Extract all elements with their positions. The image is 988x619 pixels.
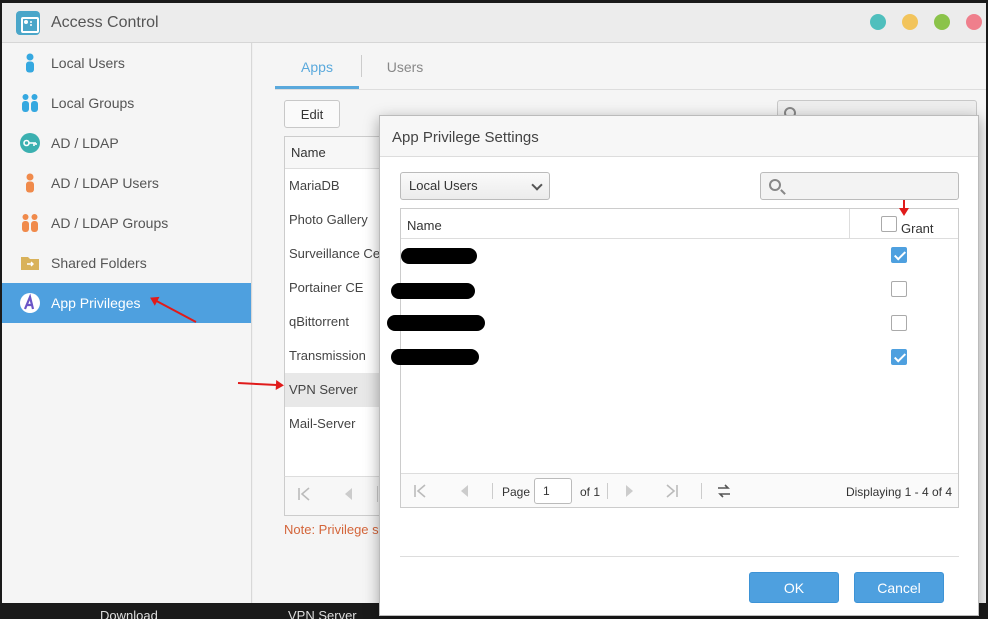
grid-pager: Page of 1 Displaying 1 - 4 of 4	[401, 473, 958, 507]
title-bar: Access Control	[2, 3, 986, 43]
refresh-icon[interactable]	[717, 484, 731, 498]
dialog-search-input[interactable]	[760, 172, 959, 200]
sidebar-item-ad-ldap[interactable]: AD / LDAP	[2, 123, 251, 163]
ok-button[interactable]: OK	[749, 572, 839, 603]
sidebar-item-local-users[interactable]: Local Users	[2, 43, 251, 83]
user-icon	[26, 173, 34, 193]
grant-checkbox[interactable]	[891, 315, 907, 331]
tab-apps[interactable]: Apps	[275, 51, 359, 89]
tab-divider	[361, 55, 362, 77]
background-text: VPN Server	[288, 608, 357, 619]
redacted-name	[387, 315, 485, 331]
maximize-dot-button[interactable]	[902, 14, 918, 30]
users-icon	[22, 94, 38, 112]
grant-checkbox[interactable]	[891, 281, 907, 297]
redacted-name	[391, 349, 479, 365]
sidebar-item-shared-folders[interactable]: Shared Folders	[2, 243, 251, 283]
app-privilege-settings-dialog: App Privilege Settings Local Users Name …	[379, 115, 979, 616]
restore-dot-button[interactable]	[934, 14, 950, 30]
column-divider	[849, 209, 850, 239]
grid-header: Name Grant	[401, 209, 958, 239]
users-icon	[22, 214, 38, 232]
chevron-down-icon	[531, 179, 543, 191]
page-label: Page	[502, 485, 531, 499]
user-type-select-value: Local Users	[409, 178, 478, 193]
sidebar: Local Users Local Groups AD / LDAP AD / …	[2, 43, 252, 603]
sidebar-item-label: Shared Folders	[51, 255, 147, 271]
tab-users[interactable]: Users	[365, 51, 445, 89]
grant-checkbox[interactable]	[891, 349, 907, 365]
first-page-icon[interactable]	[413, 484, 427, 498]
name-column-header: Name	[407, 218, 442, 233]
grant-checkbox[interactable]	[891, 247, 907, 263]
dialog-header: App Privilege Settings	[380, 116, 978, 157]
sidebar-item-label: Local Users	[51, 55, 125, 71]
sidebar-item-ad-ldap-users[interactable]: AD / LDAP Users	[2, 163, 251, 203]
users-grid: Name Grant Page of 1	[387, 208, 959, 508]
sidebar-item-label: AD / LDAP Users	[51, 175, 159, 191]
pager-divider	[492, 483, 493, 499]
sidebar-item-label: AD / LDAP Groups	[51, 215, 169, 231]
dialog-title: App Privilege Settings	[392, 129, 539, 146]
grant-all-checkbox[interactable]	[881, 216, 897, 232]
user-type-select[interactable]: Local Users	[400, 172, 550, 200]
sidebar-item-label: App Privileges	[51, 295, 141, 311]
table-row	[401, 239, 958, 273]
table-row	[387, 307, 958, 341]
pager-divider	[607, 483, 608, 499]
cancel-button[interactable]: Cancel	[854, 572, 944, 603]
table-row	[391, 273, 958, 307]
search-icon	[769, 179, 781, 191]
key-icon	[20, 133, 40, 153]
sidebar-item-local-groups[interactable]: Local Groups	[2, 83, 251, 123]
tab-underline	[275, 89, 986, 90]
pager-divider	[377, 486, 378, 502]
page-number-input[interactable]	[534, 478, 572, 504]
annotation-arrow	[903, 200, 905, 214]
close-dot-button[interactable]	[966, 14, 982, 30]
access-control-icon	[16, 11, 40, 35]
prev-page-icon[interactable]	[341, 487, 355, 501]
user-icon	[26, 53, 34, 73]
table-row	[391, 341, 958, 375]
redacted-name	[391, 283, 475, 299]
prev-page-icon[interactable]	[457, 484, 471, 498]
grant-column-header: Grant	[901, 221, 934, 236]
pager-divider	[701, 483, 702, 499]
dialog-divider	[400, 556, 959, 557]
page-count-label: of 1	[580, 485, 601, 499]
app-privileges-icon	[20, 293, 40, 313]
edit-button[interactable]: Edit	[284, 100, 340, 128]
sidebar-item-label: Local Groups	[51, 95, 135, 111]
sidebar-item-app-privileges[interactable]: App Privileges	[2, 283, 251, 323]
window-title: Access Control	[51, 14, 159, 31]
sidebar-item-label: AD / LDAP	[51, 135, 119, 151]
first-page-icon[interactable]	[297, 487, 311, 501]
minimize-dot-button[interactable]	[870, 14, 886, 30]
privilege-note: Note: Privilege se	[284, 522, 386, 537]
last-page-icon[interactable]	[665, 484, 679, 498]
folder-icon	[21, 257, 39, 270]
next-page-icon[interactable]	[623, 484, 637, 498]
redacted-name	[401, 248, 477, 264]
displaying-count: Displaying 1 - 4 of 4	[845, 485, 952, 499]
background-text: Download	[100, 608, 158, 619]
sidebar-item-ad-ldap-groups[interactable]: AD / LDAP Groups	[2, 203, 251, 243]
